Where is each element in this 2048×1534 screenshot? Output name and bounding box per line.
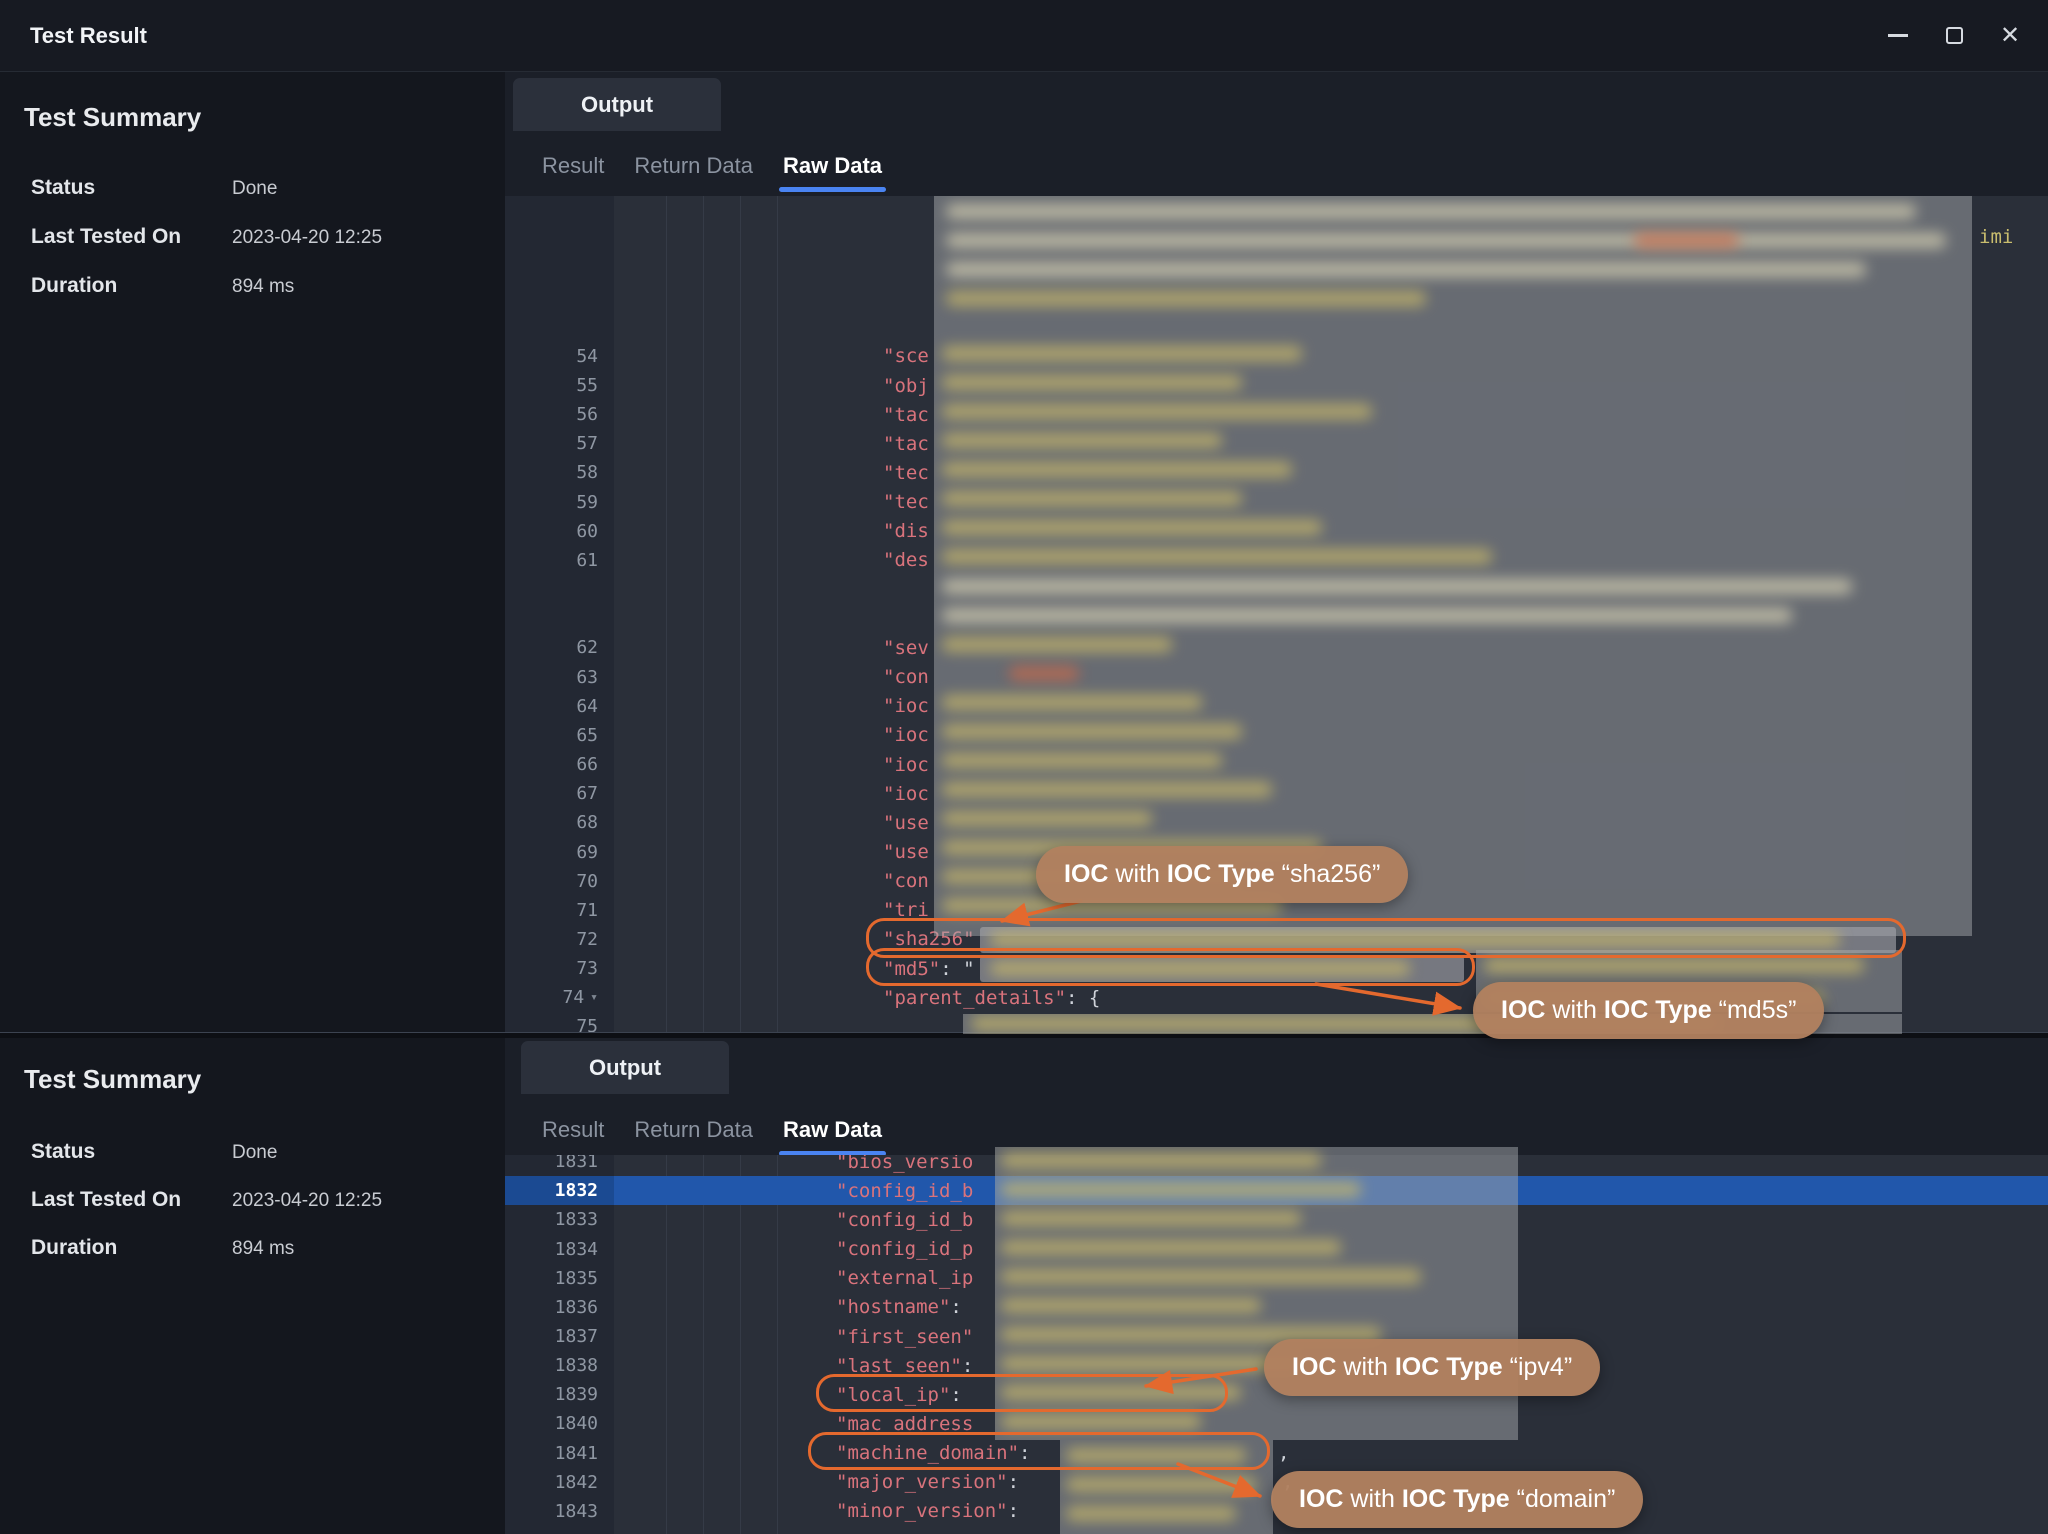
top-result-panel: Test Summary Status Done Last Tested On … (0, 72, 2048, 1032)
test-summary-sidebar: Test Summary Status Done Last Tested On … (0, 72, 505, 1032)
code-line[interactable]: 71"tri (505, 896, 2048, 925)
code-wrap-row (505, 313, 2048, 342)
code-wrap-row (505, 254, 2048, 283)
code-line-machine-domain[interactable]: 1841"machine_domain": (505, 1439, 2048, 1468)
code-wrap-row (505, 283, 2048, 312)
titlebar: Test Result ✕ (0, 0, 2048, 72)
summary-row-status: Status Done (31, 1140, 491, 1164)
summary-row-last-tested: Last Tested On 2023-04-20 12:25 (31, 225, 491, 249)
window-title: Test Result (30, 23, 147, 49)
close-icon: ✕ (2000, 24, 2020, 48)
code-line[interactable]: 1843"minor_version": (505, 1497, 2048, 1526)
tab-result[interactable]: Result (542, 1104, 604, 1156)
code-line[interactable]: 58"tec (505, 458, 2048, 487)
code-line[interactable]: 56"tac (505, 400, 2048, 429)
panel-divider (0, 1032, 2048, 1038)
summary-row-last-tested: Last Tested On 2023-04-20 12:25 (31, 1188, 491, 1212)
summary-row-duration: Duration 894 ms (31, 1236, 491, 1260)
test-summary-heading: Test Summary (24, 1064, 201, 1095)
code-line[interactable]: 1835"external_ip (505, 1264, 2048, 1293)
code-wrap-row (505, 604, 2048, 633)
tab-return-data[interactable]: Return Data (634, 140, 753, 192)
code-line[interactable]: 67"ioc (505, 779, 2048, 808)
maximize-icon (1946, 27, 1963, 44)
bottom-result-panel: Test Summary Status Done Last Tested On … (0, 1038, 2048, 1534)
last-tested-value: 2023-04-20 12:25 (232, 227, 382, 249)
status-label: Status (31, 1140, 232, 1164)
last-tested-label: Last Tested On (31, 225, 232, 249)
code-line[interactable]: 1831"bios_versio (505, 1155, 2048, 1176)
code-line[interactable]: 66"ioc (505, 750, 2048, 779)
code-wrap-row (505, 1526, 2048, 1534)
minimize-icon (1888, 34, 1908, 37)
code-wrap-row (505, 225, 2048, 254)
duration-value: 894 ms (232, 1238, 294, 1260)
maximize-button[interactable] (1932, 14, 1976, 58)
code-line[interactable]: 64"ioc (505, 692, 2048, 721)
code-line[interactable]: 68"use (505, 808, 2048, 837)
test-summary-heading: Test Summary (24, 102, 201, 133)
status-label: Status (31, 176, 232, 200)
code-line[interactable]: 1836"hostname": (505, 1293, 2048, 1322)
tab-raw-data[interactable]: Raw Data (783, 140, 882, 192)
code-wrap-row (505, 575, 2048, 604)
code-line[interactable]: 59"tec (505, 488, 2048, 517)
output-main-bottom: Output Result Return Data Raw Data 1831"… (505, 1038, 2048, 1534)
status-value: Done (232, 178, 277, 200)
last-tested-value: 2023-04-20 12:25 (232, 1190, 382, 1212)
tab-raw-data[interactable]: Raw Data (783, 1104, 882, 1156)
code-line[interactable]: 1838"last_seen": (505, 1351, 2048, 1380)
last-tested-label: Last Tested On (31, 1188, 232, 1212)
code-line[interactable]: 1837"first_seen" (505, 1322, 2048, 1351)
output-main-top: Output Result Return Data Raw Data 54"sc… (505, 72, 2048, 1032)
tab-return-data[interactable]: Return Data (634, 1104, 753, 1156)
code-line[interactable]: 1834"config_id_p (505, 1234, 2048, 1263)
close-button[interactable]: ✕ (1988, 14, 2032, 58)
code-viewer-bottom[interactable]: 1831"bios_versio 1832"config_id_b 1833"c… (505, 1155, 2048, 1534)
code-line[interactable]: 1842"major_version": (505, 1468, 2048, 1497)
summary-row-status: Status Done (31, 176, 491, 200)
minimize-button[interactable] (1876, 14, 1920, 58)
code-line[interactable]: 57"tac (505, 429, 2048, 458)
output-subtabs: Result Return Data Raw Data (542, 1104, 882, 1156)
code-line[interactable]: 1840"mac_address (505, 1409, 2048, 1438)
tab-output[interactable]: Output (521, 1041, 729, 1094)
code-line-md5[interactable]: 73"md5": " (505, 954, 2048, 983)
code-line-local-ip[interactable]: 1839"local_ip": (505, 1380, 2048, 1409)
summary-row-duration: Duration 894 ms (31, 274, 491, 298)
code-line[interactable]: 55"obj (505, 371, 2048, 400)
code-line[interactable]: 63"con (505, 663, 2048, 692)
code-line[interactable]: 74▾"parent_details": { (505, 983, 2048, 1012)
code-line[interactable]: 54"sce (505, 342, 2048, 371)
duration-label: Duration (31, 274, 232, 298)
code-line-selected[interactable]: 1832"config_id_b (505, 1176, 2048, 1205)
code-line[interactable]: 75 (505, 1012, 2048, 1032)
test-summary-sidebar-bottom: Test Summary Status Done Last Tested On … (0, 1038, 505, 1534)
code-viewer-top[interactable]: 54"sce 55"obj 56"tac 57"tac 58"tec 59"te… (505, 196, 2048, 1032)
fold-icon[interactable]: ▾ (590, 990, 598, 1005)
code-wrap-row (505, 196, 2048, 225)
output-subtabs: Result Return Data Raw Data (542, 140, 882, 192)
code-line[interactable]: 69"use (505, 837, 2048, 866)
test-result-window: Test Result ✕ Test Summary Status Done L… (0, 0, 2048, 1534)
duration-value: 894 ms (232, 276, 294, 298)
status-value: Done (232, 1142, 277, 1164)
code-line[interactable]: 1833"config_id_b (505, 1205, 2048, 1234)
code-line[interactable]: 61"des (505, 546, 2048, 575)
tab-result[interactable]: Result (542, 140, 604, 192)
code-line[interactable]: 65"ioc (505, 721, 2048, 750)
code-line[interactable]: 60"dis (505, 517, 2048, 546)
duration-label: Duration (31, 1236, 232, 1260)
code-line[interactable]: 62"sev (505, 633, 2048, 662)
tab-output[interactable]: Output (513, 78, 721, 131)
code-line-sha256[interactable]: 72"sha256" (505, 925, 2048, 954)
code-line[interactable]: 70"con (505, 867, 2048, 896)
window-controls: ✕ (1876, 14, 2032, 58)
